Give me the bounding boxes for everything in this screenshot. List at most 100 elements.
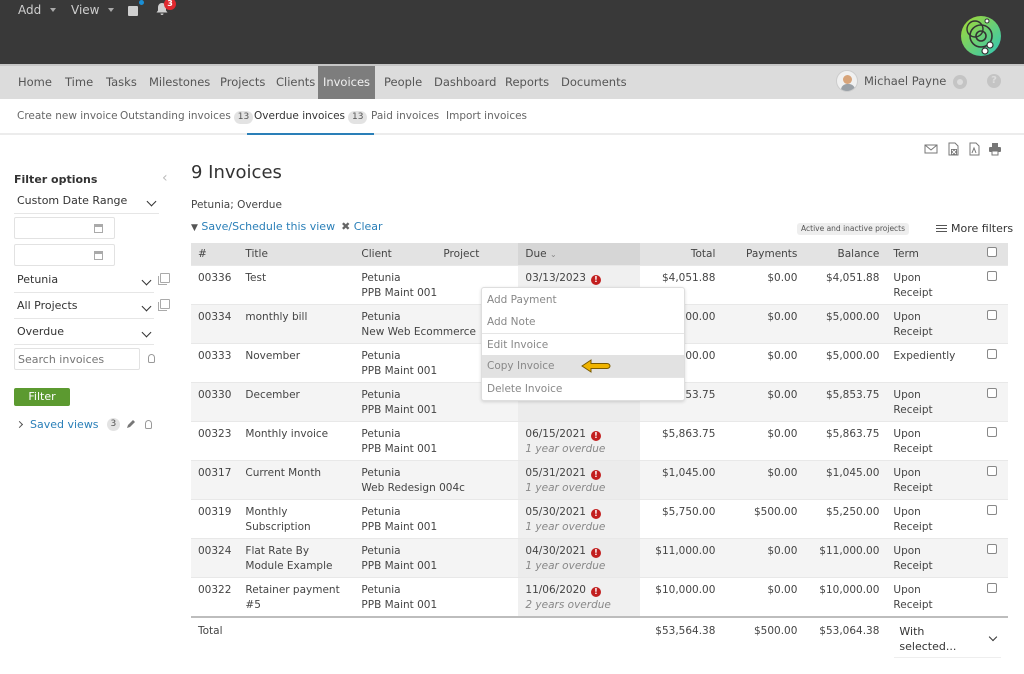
date-range-select[interactable]: Custom Date Range: [14, 190, 159, 214]
project-scope-tag[interactable]: Active and inactive projects: [797, 223, 910, 235]
col-header-total[interactable]: Total: [640, 243, 723, 265]
collapse-sidebar-icon[interactable]: ‹: [162, 170, 168, 186]
project-name[interactable]: PPB Maint 001: [361, 598, 511, 613]
nav-clients[interactable]: Clients: [269, 66, 322, 99]
row-select-checkbox[interactable]: [986, 348, 997, 359]
status-select[interactable]: Overdue: [14, 321, 154, 345]
lightbulb-icon[interactable]: [148, 354, 155, 363]
nav-documents[interactable]: Documents: [554, 66, 634, 99]
select-all-checkbox[interactable]: [986, 247, 997, 258]
client-name[interactable]: Petunia: [361, 505, 511, 520]
tab-import-invoices[interactable]: Import invoices: [446, 99, 527, 135]
nav-invoices[interactable]: Invoices: [318, 66, 375, 99]
client-name[interactable]: Petunia: [361, 583, 511, 598]
project-name[interactable]: PPB Maint 001: [361, 520, 511, 535]
nav-milestones[interactable]: Milestones: [142, 66, 217, 99]
nav-reports[interactable]: Reports: [498, 66, 556, 99]
invoice-title[interactable]: Flat Rate By Module Example: [238, 537, 355, 577]
notes-icon[interactable]: [128, 6, 138, 16]
calendar-icon[interactable]: [94, 224, 103, 233]
saved-views-toggle[interactable]: Saved views 3: [15, 418, 153, 431]
project-name[interactable]: PPB Maint 001: [361, 442, 511, 457]
add-menu-button[interactable]: Add: [18, 3, 57, 17]
nav-home[interactable]: Home: [11, 66, 59, 99]
filter-button[interactable]: Filter: [14, 388, 70, 406]
invoice-title[interactable]: Retainer payment #5: [238, 576, 355, 617]
client-name[interactable]: Petunia: [361, 427, 511, 442]
invoice-number[interactable]: 00330: [191, 381, 239, 421]
row-select-checkbox[interactable]: [986, 582, 997, 593]
app-logo[interactable]: [960, 15, 1002, 57]
with-selected-dropdown[interactable]: With selected...: [894, 624, 1001, 658]
invoice-number[interactable]: 00324: [191, 537, 239, 577]
row-select-checkbox[interactable]: [986, 387, 997, 398]
col-header-project[interactable]: Project: [436, 243, 519, 265]
help-icon[interactable]: ?: [987, 74, 1001, 88]
client-select[interactable]: Petunia: [14, 269, 154, 293]
nav-time[interactable]: Time: [58, 66, 100, 99]
row-select-checkbox[interactable]: [986, 543, 997, 554]
col-header-balance[interactable]: Balance: [804, 243, 887, 265]
tab-paid-invoices[interactable]: Paid invoices: [371, 99, 439, 135]
nav-people[interactable]: People: [377, 66, 429, 99]
client-name[interactable]: Petunia: [361, 466, 511, 481]
save-schedule-view-link[interactable]: ▼ Save/Schedule this view: [191, 220, 335, 233]
invoice-title[interactable]: Current Month: [238, 459, 355, 499]
print-icon[interactable]: [988, 142, 1002, 156]
tab-overdue-invoices[interactable]: Overdue invoices 13: [247, 99, 375, 135]
col-header-term[interactable]: Term: [886, 243, 976, 265]
col-header-number[interactable]: #: [191, 243, 239, 265]
client-name[interactable]: Petunia: [361, 271, 511, 286]
invoice-number[interactable]: 00317: [191, 459, 239, 499]
multi-select-icon[interactable]: [158, 299, 170, 311]
more-filters-button[interactable]: More filters: [936, 222, 1013, 235]
invoice-title[interactable]: November: [238, 342, 355, 382]
project-name[interactable]: PPB Maint 001: [361, 559, 511, 574]
invoice-title[interactable]: Test: [238, 264, 355, 304]
row-select-checkbox[interactable]: [986, 504, 997, 515]
multi-select-icon[interactable]: [158, 273, 170, 285]
clear-filters-link[interactable]: ✖ Clear: [341, 220, 383, 233]
row-select-checkbox[interactable]: [986, 309, 997, 320]
gear-icon[interactable]: [953, 75, 967, 89]
col-header-title[interactable]: Title: [238, 243, 355, 265]
table-row[interactable]: 00322 Retainer payment #5 Petunia PPB Maint…: [191, 576, 1008, 617]
invoice-number[interactable]: 00336: [191, 264, 239, 304]
table-row[interactable]: 00324 Flat Rate By Module Example Petunia P…: [191, 537, 1008, 577]
row-select-checkbox[interactable]: [986, 426, 997, 437]
invoice-title[interactable]: December: [238, 381, 355, 421]
row-select-checkbox[interactable]: [986, 465, 997, 476]
nav-dashboard[interactable]: Dashboard: [427, 66, 503, 99]
row-select-checkbox[interactable]: [986, 270, 997, 281]
invoice-number[interactable]: 00319: [191, 498, 239, 538]
date-from-field[interactable]: [14, 217, 115, 239]
excel-icon[interactable]: [946, 142, 960, 156]
menu-item-add-payment[interactable]: Add Payment: [482, 289, 684, 311]
invoice-number[interactable]: 00333: [191, 342, 239, 382]
project-select[interactable]: All Projects: [14, 295, 154, 319]
invoice-title[interactable]: Monthly Subscription: [238, 498, 355, 538]
project-name[interactable]: Web Redesign 004c: [361, 481, 511, 496]
col-header-due[interactable]: Due ⌄: [518, 243, 641, 265]
col-header-client[interactable]: Client: [354, 243, 437, 265]
menu-item-edit-invoice[interactable]: Edit Invoice: [482, 333, 684, 355]
view-menu-button[interactable]: View: [71, 3, 115, 17]
email-icon[interactable]: [924, 142, 938, 156]
lightbulb-icon[interactable]: [145, 420, 153, 429]
date-to-field[interactable]: [14, 244, 115, 266]
calendar-icon[interactable]: [94, 251, 103, 260]
client-name[interactable]: Petunia: [361, 544, 511, 559]
tab-outstanding-invoices[interactable]: Outstanding invoices 13: [120, 99, 254, 135]
invoice-title[interactable]: Monthly invoice: [238, 420, 355, 460]
user-menu[interactable]: Michael Payne: [836, 70, 946, 92]
pdf-icon[interactable]: [967, 142, 981, 156]
menu-item-add-note[interactable]: Add Note: [482, 311, 684, 333]
menu-item-copy-invoice[interactable]: Copy Invoice: [482, 355, 684, 377]
invoice-number[interactable]: 00334: [191, 303, 239, 343]
pencil-icon[interactable]: [125, 419, 136, 430]
table-row[interactable]: 00317 Current Month Petunia Web Redesign 00…: [191, 459, 1008, 499]
invoice-number[interactable]: 00323: [191, 420, 239, 460]
project-name[interactable]: PPB Maint 001: [361, 403, 511, 418]
invoice-number[interactable]: 00322: [191, 576, 239, 617]
col-header-payments[interactable]: Payments: [722, 243, 805, 265]
